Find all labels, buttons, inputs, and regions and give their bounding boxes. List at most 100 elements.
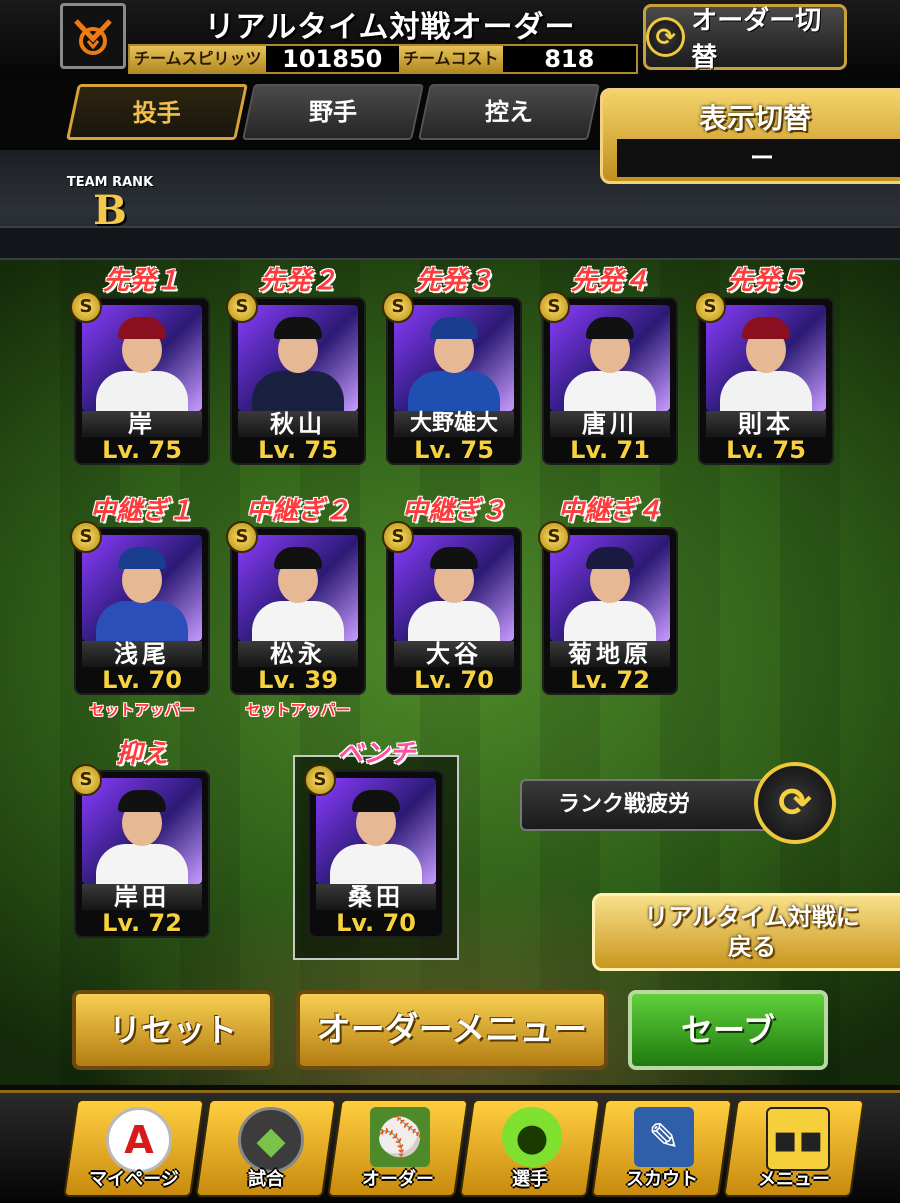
bottom-nav-bar: A マイページ ◆ 試合 ⚾ オーダー ● 選手 ✎ スカウト ▪▪ メニュー [0, 1090, 900, 1203]
player-card[interactable]: S 松永 Lv. 39 [226, 521, 366, 695]
fatigue-toggle-button[interactable]: ⟳ [754, 762, 836, 844]
nav-item-menu[interactable]: ▪▪ メニュー [723, 1099, 865, 1197]
tab-label: 投手 [132, 99, 181, 127]
tab-reserve[interactable]: 控え [418, 84, 600, 140]
player-card[interactable]: S 岸 Lv. 75 [70, 291, 210, 465]
player-card[interactable]: S 大野雄大 Lv. 75 [382, 291, 522, 465]
player-level: Lv. 75 [102, 436, 182, 464]
player-name: 岸田 [82, 884, 202, 910]
return-to-realtime-battle-button[interactable]: リアルタイム対戦に 戻る [592, 893, 900, 971]
player-portrait [82, 778, 202, 884]
nav-item-order[interactable]: ⚾ オーダー [327, 1099, 469, 1197]
rank-fatigue-label: ランク戦疲労 [558, 792, 691, 817]
pitcher-slot-closer[interactable]: 抑え S 岸田 Lv. 72 [70, 738, 212, 938]
tab-fielder[interactable]: 野手 [242, 84, 424, 140]
player-name: 則本 [706, 411, 826, 437]
pitcher-slot-reliever-2[interactable]: 中継ぎ２ S 松永 Lv. 39 セットアッパー [226, 495, 368, 720]
nav-item-game[interactable]: ◆ 試合 [195, 1099, 337, 1197]
team-rank-value: B [93, 187, 127, 234]
pitcher-slot-reliever-3[interactable]: 中継ぎ３ S 大谷 Lv. 70 [382, 495, 524, 695]
mypage-icon: A [106, 1107, 172, 1173]
player-level: Lv. 72 [102, 909, 182, 937]
player-card[interactable]: S 浅尾 Lv. 70 [70, 521, 210, 695]
pitcher-slot-bench[interactable]: ベンチ S 桑田 Lv. 70 [304, 738, 446, 938]
player-name: 大野雄大 [394, 411, 514, 437]
pitcher-slot-starter-4[interactable]: 先発４ S 唐川 Lv. 71 [538, 265, 680, 465]
pitcher-slot-reliever-1[interactable]: 中継ぎ１ S 浅尾 Lv. 70 セットアッパー [70, 495, 212, 720]
player-card[interactable]: S 岸田 Lv. 72 [70, 764, 210, 938]
order-icon: ⚾ [370, 1107, 430, 1167]
rarity-s-badge-icon: S [538, 521, 570, 553]
scout-icon: ✎ [634, 1107, 694, 1167]
player-level: Lv. 75 [258, 436, 338, 464]
reset-button[interactable]: リセット [72, 990, 274, 1070]
rarity-s-badge-icon: S [70, 764, 102, 796]
player-icon: ● [502, 1107, 562, 1167]
player-level: Lv. 39 [258, 666, 338, 694]
player-name: 浅尾 [82, 641, 202, 667]
player-name: 松永 [238, 641, 358, 667]
team-stats-bar: チームスピリッツ 101850 チームコスト 818 [128, 44, 638, 74]
pitcher-slot-starter-3[interactable]: 先発３ S 大野雄大 Lv. 75 [382, 265, 524, 465]
header-bar: リアルタイム対戦オーダー チームスピリッツ 101850 チームコスト 818 … [0, 0, 900, 82]
team-cost-value: 818 [544, 45, 595, 73]
tab-pitcher[interactable]: 投手 [66, 84, 248, 140]
player-level: Lv. 70 [336, 909, 416, 937]
nav-label: 選手 [512, 1169, 548, 1190]
player-portrait [238, 305, 358, 411]
player-portrait [550, 535, 670, 641]
pitcher-slot-reliever-4[interactable]: 中継ぎ４ S 菊地原 Lv. 72 [538, 495, 680, 695]
order-switch-label: オーダー切替 [691, 6, 822, 73]
player-portrait [316, 778, 436, 884]
nav-item-mypage[interactable]: A マイページ [63, 1099, 205, 1197]
pitcher-slot-starter-1[interactable]: 先発１ S 岸 Lv. 75 [70, 265, 212, 465]
team-spirits-value: 101850 [282, 45, 383, 73]
nav-item-scout[interactable]: ✎ スカウト [591, 1099, 733, 1197]
display-toggle-button[interactable]: 表示切替 ー [600, 88, 900, 184]
display-toggle-title: 表示切替 [698, 102, 811, 135]
pitcher-slot-starter-2[interactable]: 先発２ S 秋山 Lv. 75 [226, 265, 368, 465]
player-name: 菊地原 [550, 641, 670, 667]
rarity-s-badge-icon: S [382, 291, 414, 323]
rarity-s-badge-icon: S [538, 291, 570, 323]
role-tag: セットアッパー [89, 701, 195, 719]
player-card[interactable]: S 桑田 Lv. 70 [304, 764, 444, 938]
team-cost-label: チームコスト [399, 46, 503, 72]
player-name: 唐川 [550, 411, 670, 437]
rarity-s-badge-icon: S [694, 291, 726, 323]
player-card[interactable]: S 菊地原 Lv. 72 [538, 521, 678, 695]
nav-label: オーダー [362, 1169, 434, 1190]
return-button-line2: 戻る [728, 933, 776, 961]
nav-label: 試合 [248, 1169, 284, 1190]
player-card[interactable]: S 則本 Lv. 75 [694, 291, 834, 465]
player-level: Lv. 70 [414, 666, 494, 694]
role-tag: セットアッパー [245, 701, 351, 719]
return-button-line1: リアルタイム対戦に [644, 903, 860, 931]
player-name: 桑田 [316, 884, 436, 910]
nav-label: マイページ [89, 1169, 179, 1190]
stadium-icon: ◆ [238, 1107, 304, 1173]
nav-label: メニュー [758, 1169, 830, 1190]
player-portrait [394, 305, 514, 411]
rank-fatigue-box: ランク戦疲労 [520, 779, 790, 831]
player-portrait [82, 535, 202, 641]
player-portrait [550, 305, 670, 411]
rarity-s-badge-icon: S [226, 291, 258, 323]
order-menu-button[interactable]: オーダーメニュー [296, 990, 608, 1070]
player-card[interactable]: S 秋山 Lv. 75 [226, 291, 366, 465]
team-logo-icon[interactable] [60, 3, 126, 69]
player-card[interactable]: S 大谷 Lv. 70 [382, 521, 522, 695]
player-card[interactable]: S 唐川 Lv. 71 [538, 291, 678, 465]
nav-item-player[interactable]: ● 選手 [459, 1099, 601, 1197]
pitcher-slot-starter-5[interactable]: 先発５ S 則本 Lv. 75 [694, 265, 836, 465]
nav-label: スカウト [626, 1169, 698, 1190]
order-switch-button[interactable]: ⟳ オーダー切替 [643, 4, 847, 73]
player-portrait [706, 305, 826, 411]
rarity-s-badge-icon: S [226, 521, 258, 553]
save-button[interactable]: セーブ [628, 990, 828, 1070]
rarity-s-badge-icon: S [304, 764, 336, 796]
player-level: Lv. 72 [570, 666, 650, 694]
player-level: Lv. 75 [726, 436, 806, 464]
rarity-s-badge-icon: S [70, 521, 102, 553]
swap-icon: ⟳ [646, 17, 686, 57]
